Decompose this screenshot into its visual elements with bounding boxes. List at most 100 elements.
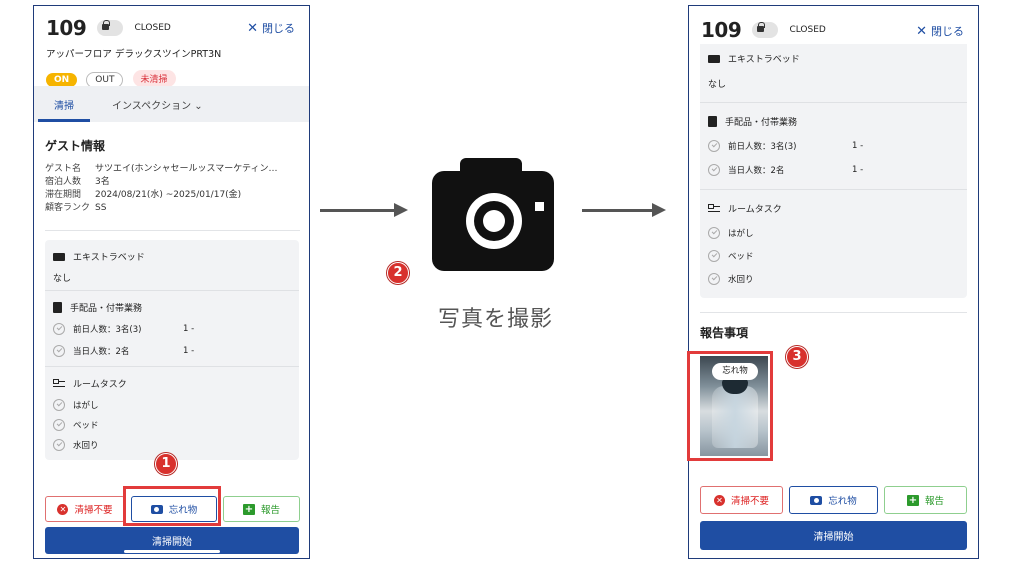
guest-value: 2024/08/21(水) ~2025/01/17(金) — [95, 190, 242, 200]
report-button[interactable]: + 報告 — [884, 486, 967, 514]
step-marker-1: 1 — [155, 453, 177, 475]
amenity-item[interactable]: 当日人数：2名 1 - — [708, 164, 959, 176]
extra-bed-label: エキストラベッド — [73, 253, 145, 263]
check-circle-icon — [708, 273, 720, 285]
close-button[interactable]: ✕ 閉じる — [247, 20, 295, 36]
task-item[interactable]: ベッド — [53, 419, 291, 431]
highlight-frame — [123, 486, 221, 526]
task-label: ベッド — [73, 421, 99, 431]
guest-key: 滞在期間 — [45, 190, 82, 200]
guest-key: ゲスト名 — [45, 164, 82, 174]
start-cleaning-button[interactable]: 清掃開始 — [700, 521, 967, 550]
tab-inspection-label: インスペクション — [112, 101, 192, 112]
guest-info-table: ゲスト名 サツエイ(ホンシャセールッスマーケティン… 宿泊人数 3名 滞在期間 202… — [45, 163, 300, 215]
room-tasks-header: ルームタスク — [53, 377, 291, 390]
guest-value: SS — [95, 203, 107, 213]
arrow-right-icon — [582, 203, 666, 217]
amenity-qty: 1 - — [183, 346, 195, 356]
guest-value: サツエイ(ホンシャセールッスマーケティン… — [95, 164, 278, 174]
close-button[interactable]: ✕ 閉じる — [916, 23, 964, 39]
report-label: 報告 — [260, 505, 280, 516]
task-label: はがし — [73, 401, 99, 411]
room-number: 109 — [46, 16, 87, 40]
close-label: 閉じる — [931, 25, 964, 38]
status-badges: ON OUT 未清掃 — [46, 67, 297, 88]
document-icon — [708, 116, 717, 127]
room-tasks-block: ルームタスク はがし ベッド 水回り — [700, 190, 967, 298]
checklist-icon — [708, 203, 720, 214]
lock-toggle[interactable] — [752, 22, 779, 38]
check-circle-icon — [53, 323, 65, 335]
task-item[interactable]: ベッド — [708, 250, 959, 262]
divider — [700, 312, 967, 313]
lost-item-button[interactable]: 忘れ物 — [789, 486, 878, 514]
lost-item-label: 忘れ物 — [828, 496, 857, 507]
room-tasks-block: ルームタスク はがし ベッド 水回り — [45, 367, 299, 461]
guest-row: 滞在期間 2024/08/21(水) ~2025/01/17(金) — [45, 189, 300, 202]
amenities-label: 手配品・付帯業務 — [725, 118, 798, 128]
room-header: 109 CLOSED ✕ 閉じる — [689, 6, 978, 44]
checklist-icon — [53, 378, 65, 389]
extra-bed-header: エキストラベッド — [53, 250, 291, 263]
arrow-right-icon — [320, 203, 408, 217]
room-tasks-label: ルームタスク — [728, 205, 782, 215]
guest-key: 顧客ランク — [45, 203, 91, 213]
guest-section-title: ゲスト情報 — [45, 139, 106, 153]
task-label: はがし — [728, 229, 754, 239]
badge-uncleaned: 未清掃 — [132, 70, 176, 87]
no-cleaning-label: 清掃不要 — [74, 505, 113, 516]
home-indicator — [124, 550, 220, 553]
camera-caption: 写真を撮影 — [438, 307, 554, 332]
camera-flash — [535, 202, 544, 211]
document-icon — [53, 302, 62, 313]
amenity-label: 当日人数：2名 — [73, 347, 130, 357]
task-item[interactable]: 水回り — [53, 439, 291, 451]
amenities-block: 手配品・付帯業務 前日人数：3名(3) 1 - 当日人数：2名 1 - — [45, 291, 299, 366]
guest-key: 宿泊人数 — [45, 177, 82, 187]
guest-row: ゲスト名 サツエイ(ホンシャセールッスマーケティン… — [45, 163, 300, 176]
tab-inspection[interactable]: インスペクション ⌄ — [112, 97, 203, 112]
amenity-item[interactable]: 前日人数：3名(3) 1 - — [708, 140, 959, 152]
extra-bed-block: エキストラベッド なし — [45, 240, 299, 290]
report-label: 報告 — [924, 496, 944, 507]
add-report-icon: + — [242, 503, 255, 515]
add-report-icon: + — [906, 494, 919, 506]
amenity-item[interactable]: 前日人数：3名(3) 1 - — [53, 323, 291, 335]
report-button[interactable]: + 報告 — [223, 496, 300, 522]
room-tasks-header: ルームタスク — [708, 202, 959, 215]
amenity-item[interactable]: 当日人数：2名 1 - — [53, 345, 291, 357]
amenity-qty: 1 - — [183, 324, 195, 334]
badge-on: ON — [46, 73, 78, 87]
extra-bed-block: エキストラベッド なし — [700, 44, 967, 102]
extra-bed-label: エキストラベッド — [728, 55, 800, 65]
lock-icon — [757, 22, 766, 32]
amenities-header: 手配品・付帯業務 — [708, 115, 959, 128]
extra-bed-header: エキストラベッド — [708, 52, 959, 65]
guest-row: 顧客ランク SS — [45, 202, 300, 215]
lock-toggle[interactable] — [97, 20, 124, 36]
check-circle-icon — [708, 164, 720, 176]
check-circle-icon — [708, 227, 720, 239]
check-circle-icon — [53, 439, 65, 451]
check-circle-icon — [53, 399, 65, 411]
room-detail-box: エキストラベッド なし 手配品・付帯業務 前日人数：3名(3) 1 - 当日人数：… — [45, 240, 299, 460]
task-item[interactable]: 水回り — [708, 273, 959, 285]
check-circle-icon — [53, 419, 65, 431]
task-item[interactable]: はがし — [708, 227, 959, 239]
task-item[interactable]: はがし — [53, 399, 291, 411]
amenity-label: 当日人数：2名 — [728, 166, 785, 176]
tab-cleaning[interactable]: 清掃 — [38, 97, 90, 122]
room-tasks-label: ルームタスク — [73, 380, 127, 390]
no-cleaning-button[interactable]: ✕ 清掃不要 — [700, 486, 783, 514]
left-room-detail-screen: 109 CLOSED ✕ 閉じる アッパーフロア デラックスツインPRT3N ON… — [33, 5, 310, 559]
camera-plus-icon — [810, 495, 823, 505]
bed-icon — [53, 252, 65, 261]
start-cleaning-label: 清掃開始 — [813, 532, 854, 543]
amenity-qty: 1 - — [852, 141, 864, 151]
report-section-title: 報告事項 — [700, 326, 749, 340]
check-circle-icon — [53, 345, 65, 357]
no-cleaning-button[interactable]: ✕ 清掃不要 — [45, 496, 125, 522]
amenities-label: 手配品・付帯業務 — [70, 304, 143, 314]
task-label: 水回り — [728, 275, 754, 285]
check-circle-icon — [708, 140, 720, 152]
